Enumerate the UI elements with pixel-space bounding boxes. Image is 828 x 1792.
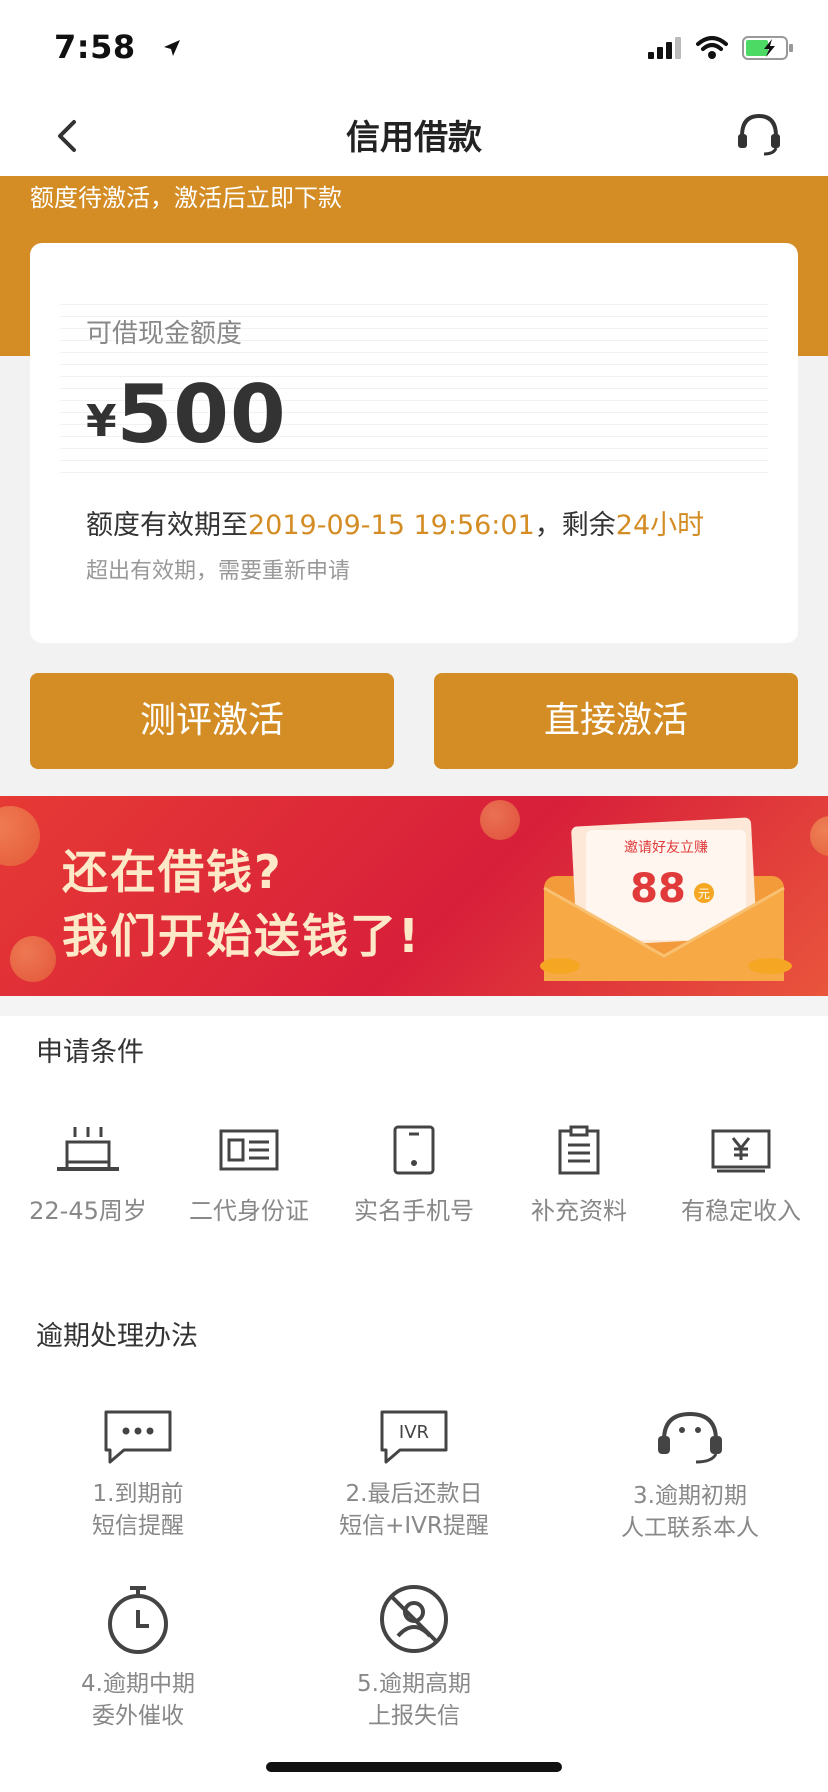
overdue-desc: 委外催收 <box>92 1703 184 1729</box>
overdue-step: 5.逾期高期 <box>357 1671 471 1697</box>
overdue-step: 1.到期前 <box>92 1481 184 1507</box>
coin-decoration <box>810 816 828 856</box>
condition-label: 二代身份证 <box>189 1197 309 1225</box>
sms-icon <box>104 1410 172 1464</box>
overdue-desc: 短信提醒 <box>92 1513 184 1539</box>
credit-limit-card: 可借现金额度 ¥500 额度有效期至2019-09-15 19:56:01，剩余… <box>30 243 798 643</box>
overdue-item: IVR 2.最后还款日 短信+IVR提醒 <box>276 1408 552 1542</box>
clipboard-icon <box>558 1125 600 1175</box>
banner-headline: 还在借钱? <box>62 845 283 899</box>
overdue-item: 3.逾期初期 人工联系本人 <box>552 1408 828 1544</box>
condition-label: 补充资料 <box>531 1197 627 1225</box>
overdue-step: 3.逾期初期 <box>633 1483 747 1509</box>
customer-service-icon[interactable] <box>734 108 784 158</box>
overdue-desc: 人工联系本人 <box>621 1515 759 1541</box>
phone-icon <box>393 1125 435 1175</box>
signal-icon <box>648 37 681 59</box>
ivr-icon: IVR <box>380 1410 448 1464</box>
valid-prefix: 额度有效期至 <box>86 510 248 541</box>
limit-amount: ¥500 <box>86 368 287 461</box>
overdue-step: 2.最后还款日 <box>345 1481 483 1507</box>
condition-label: 22-45周岁 <box>29 1197 147 1225</box>
expiry-note: 超出有效期，需要重新申请 <box>86 559 351 584</box>
condition-item: 22-45周岁 <box>3 1125 173 1226</box>
activation-notice: 额度待激活，激活后立即下款 <box>30 184 342 212</box>
id-card-icon <box>219 1129 279 1171</box>
conditions-title: 申请条件 <box>36 1037 144 1068</box>
condition-item: 补充资料 <box>494 1125 664 1226</box>
svg-text:IVR: IVR <box>399 1422 429 1443</box>
status-icons <box>648 36 794 60</box>
nav-bar: 信用借款 <box>0 96 828 176</box>
valid-until: 2019-09-15 19:56:01 <box>248 510 535 541</box>
condition-label: 有稳定收入 <box>681 1197 801 1225</box>
status-bar: 7:58 <box>0 0 828 96</box>
page-title: 信用借款 <box>346 118 482 158</box>
remain-time: 24小时 <box>615 510 705 541</box>
condition-item: 二代身份证 <box>164 1125 334 1226</box>
limit-label: 可借现金额度 <box>86 319 243 349</box>
condition-item: 有稳定收入 <box>656 1125 826 1226</box>
evaluate-activate-button[interactable]: 测评激活 <box>30 673 394 769</box>
overdue-desc: 短信+IVR提醒 <box>339 1513 489 1539</box>
battery-icon <box>742 36 793 60</box>
envelope-caption: 邀请好友立赚 <box>624 840 708 856</box>
status-time: 7:58 <box>54 28 136 66</box>
cake-icon <box>57 1127 119 1171</box>
red-envelope-icon: 邀请好友立赚 88 元 <box>540 817 792 981</box>
stopwatch-icon <box>108 1586 168 1654</box>
promo-banner[interactable]: 还在借钱? 我们开始送钱了! 邀请好友立赚 88 元 <box>0 796 828 996</box>
location-arrow-icon <box>164 40 180 56</box>
envelope-amount: 88 <box>630 866 686 912</box>
overdue-item: 4.逾期中期 委外催收 <box>0 1584 276 1732</box>
validity-line: 额度有效期至2019-09-15 19:56:01，剩余24小时 <box>86 503 704 542</box>
condition-label: 实名手机号 <box>354 1197 474 1225</box>
overdue-title: 逾期处理办法 <box>36 1321 198 1352</box>
overdue-step: 4.逾期中期 <box>81 1671 195 1697</box>
coin-decoration <box>480 800 520 840</box>
overdue-item: 5.逾期高期 上报失信 <box>276 1584 552 1732</box>
overdue-desc: 上报失信 <box>368 1703 460 1729</box>
direct-activate-button[interactable]: 直接激活 <box>434 673 798 769</box>
banner-subheadline: 我们开始送钱了! <box>62 909 421 963</box>
section-separator <box>0 996 828 1016</box>
coin-decoration <box>0 806 40 866</box>
overdue-item: 1.到期前 短信提醒 <box>0 1408 276 1542</box>
condition-item: 实名手机号 <box>329 1125 499 1226</box>
headset-icon <box>658 1411 722 1464</box>
home-indicator <box>266 1762 562 1772</box>
amount-value: 500 <box>116 368 287 461</box>
blocked-user-icon <box>380 1585 448 1653</box>
wifi-icon <box>696 36 728 59</box>
remain-prefix: ，剩余 <box>534 510 616 541</box>
envelope-unit: 元 <box>698 887 710 901</box>
yen-icon <box>711 1129 771 1173</box>
coin-decoration <box>10 936 56 982</box>
currency-symbol: ¥ <box>86 396 117 447</box>
